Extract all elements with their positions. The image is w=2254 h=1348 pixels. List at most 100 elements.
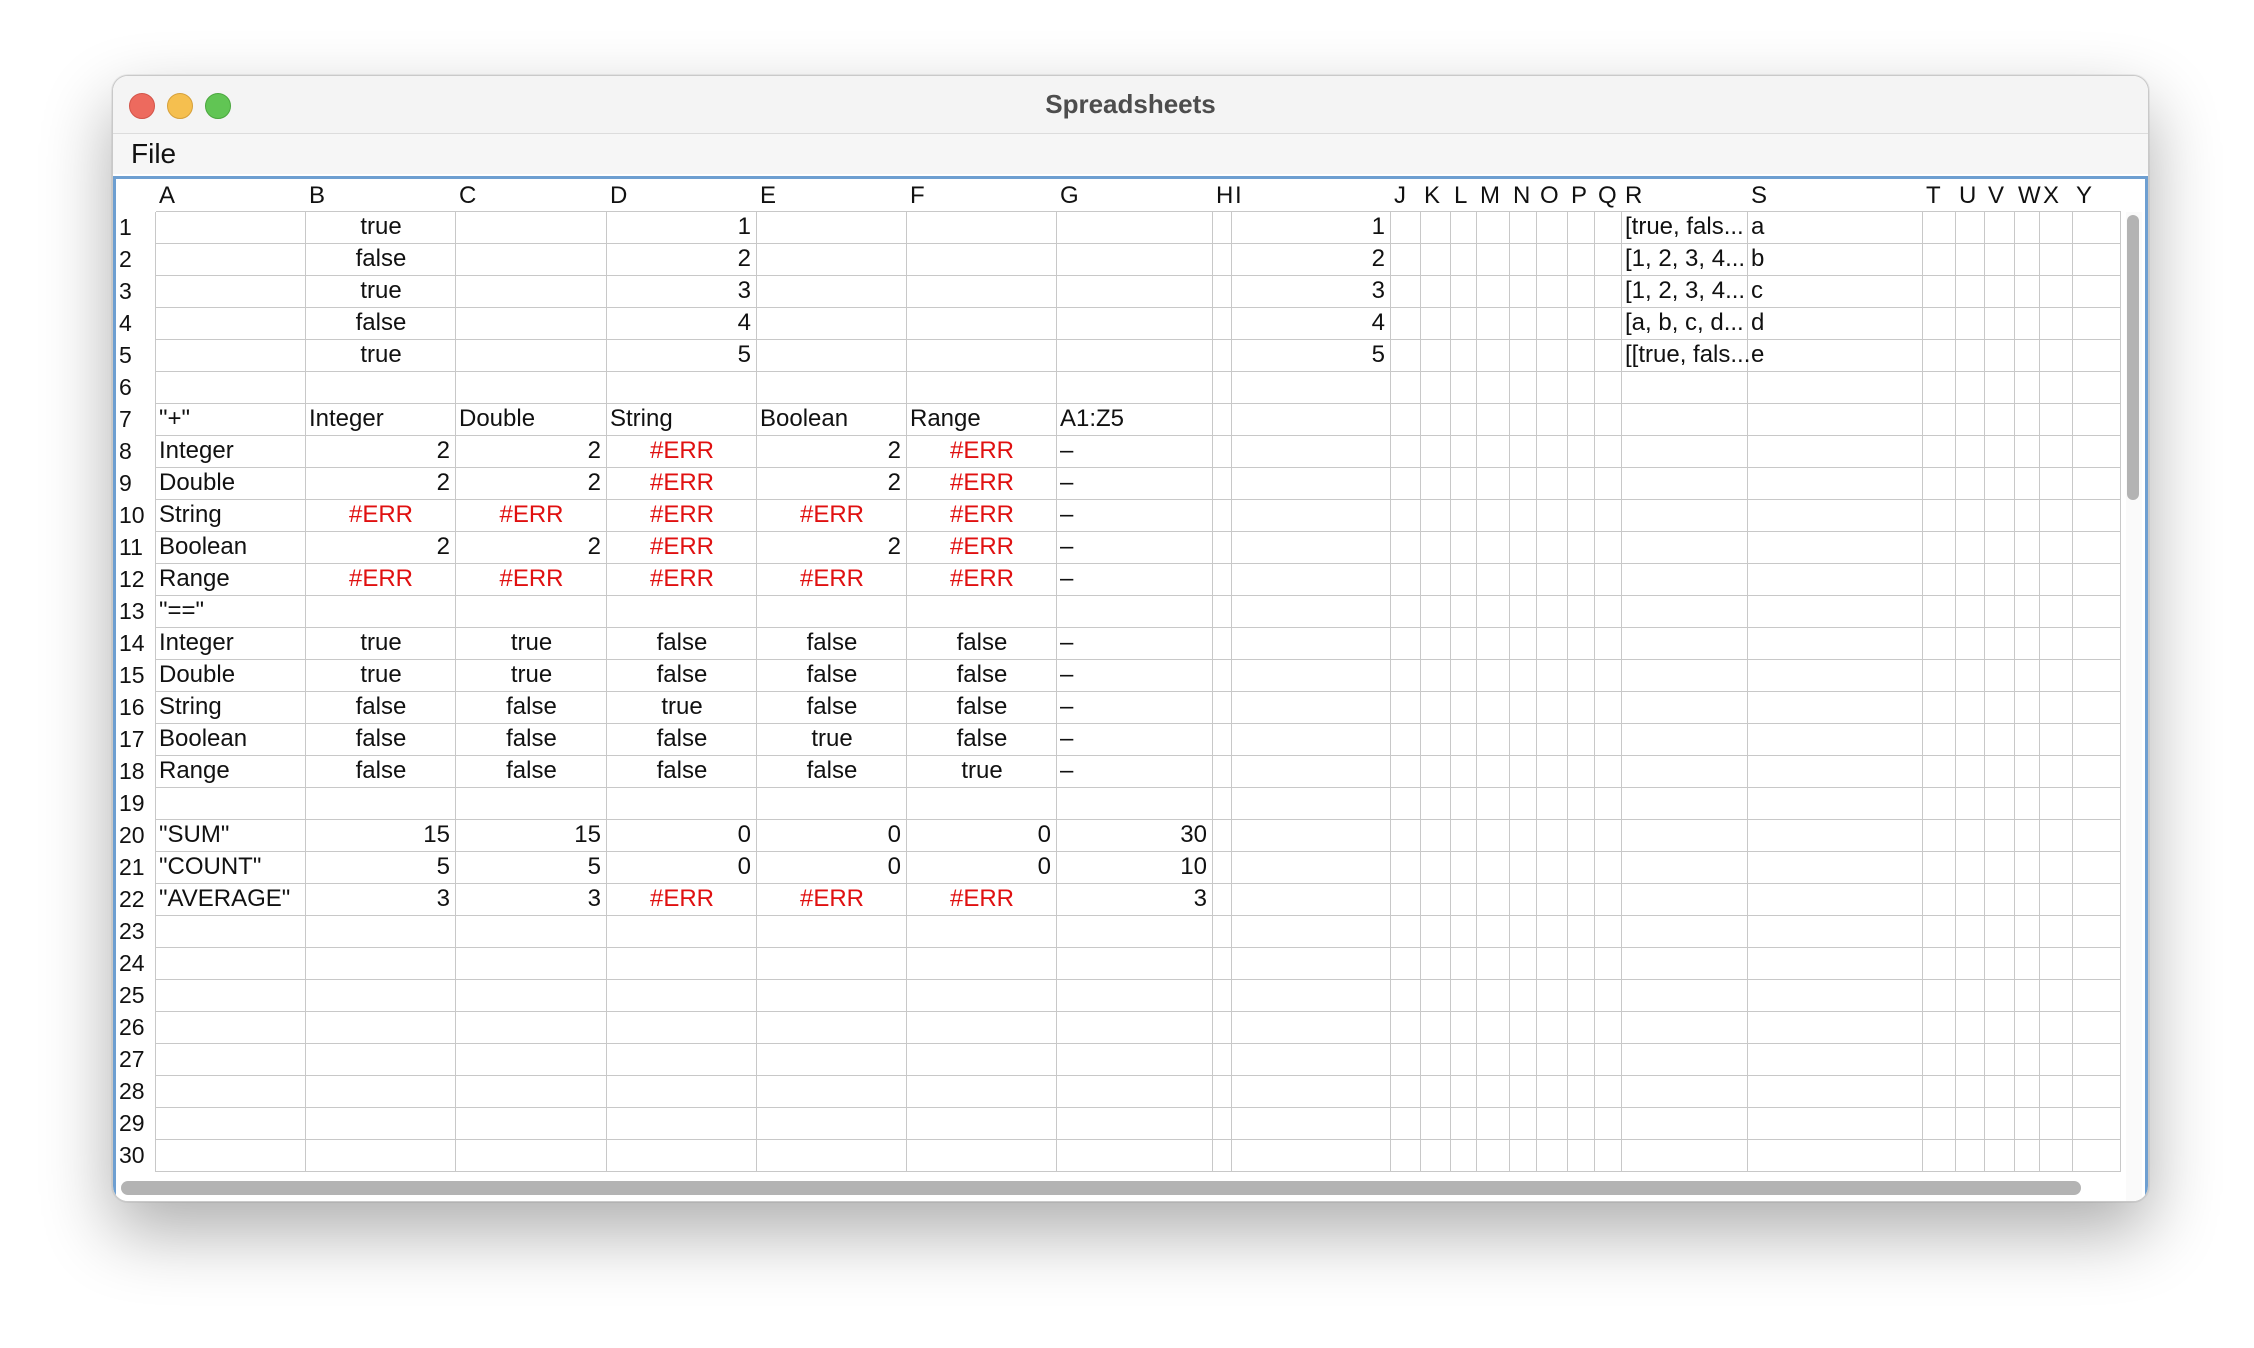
cell-g14[interactable]: – [1060,629,1073,657]
cell-b4[interactable]: false [306,309,456,337]
cell-i2[interactable]: 2 [1232,245,1385,273]
cell-c12[interactable]: #ERR [456,565,607,593]
column-header-g[interactable]: G [1060,182,1079,210]
cell-e10[interactable]: #ERR [757,501,907,529]
cell-f17[interactable]: false [907,725,1057,753]
cell-f14[interactable]: false [907,629,1057,657]
cell-d7[interactable]: String [610,405,673,433]
cell-f21[interactable]: 0 [907,853,1051,881]
cell-c11[interactable]: 2 [456,533,601,561]
cell-d10[interactable]: #ERR [607,501,757,529]
cell-c21[interactable]: 5 [456,853,601,881]
cell-b5[interactable]: true [306,341,456,369]
cell-a13[interactable]: "==" [159,597,204,625]
cell-e12[interactable]: #ERR [757,565,907,593]
cell-g12[interactable]: – [1060,565,1073,593]
cell-c18[interactable]: false [456,757,607,785]
cell-e21[interactable]: 0 [757,853,901,881]
cell-c16[interactable]: false [456,693,607,721]
row-header[interactable]: 29 [119,1110,145,1137]
column-header-s[interactable]: S [1751,182,1767,210]
column-header-c[interactable]: C [459,182,476,210]
cell-c9[interactable]: 2 [456,469,601,497]
row-header[interactable]: 21 [119,854,145,881]
cell-g9[interactable]: – [1060,469,1073,497]
column-header-e[interactable]: E [760,182,776,210]
cell-f11[interactable]: #ERR [907,533,1057,561]
cell-a9[interactable]: Double [159,469,235,497]
cell-a15[interactable]: Double [159,661,235,689]
row-header[interactable]: 9 [119,470,132,497]
cell-b7[interactable]: Integer [309,405,384,433]
cell-a21[interactable]: "COUNT" [159,853,261,881]
column-header-l[interactable]: L [1454,182,1467,210]
row-header[interactable]: 6 [119,374,132,401]
row-header[interactable]: 24 [119,950,145,977]
cell-c17[interactable]: false [456,725,607,753]
cell-d4[interactable]: 4 [607,309,751,337]
row-header[interactable]: 28 [119,1078,145,1105]
row-header[interactable]: 1 [119,214,132,241]
column-header-v[interactable]: V [1988,182,2004,210]
cell-e15[interactable]: false [757,661,907,689]
cell-e22[interactable]: #ERR [757,885,907,913]
column-header-r[interactable]: R [1625,182,1642,210]
cell-i4[interactable]: 4 [1232,309,1385,337]
cell-i3[interactable]: 3 [1232,277,1385,305]
cell-b21[interactable]: 5 [306,853,450,881]
row-header[interactable]: 12 [119,566,145,593]
cell-d18[interactable]: false [607,757,757,785]
column-header-k[interactable]: K [1424,182,1440,210]
column-header-x[interactable]: X [2043,182,2059,210]
row-header[interactable]: 14 [119,630,145,657]
row-header[interactable]: 18 [119,758,145,785]
cell-d21[interactable]: 0 [607,853,751,881]
cell-d12[interactable]: #ERR [607,565,757,593]
cell-e11[interactable]: 2 [757,533,901,561]
cell-g18[interactable]: – [1060,757,1073,785]
horizontal-scrollbar[interactable] [121,1181,2081,1195]
cell-c10[interactable]: #ERR [456,501,607,529]
column-header-p[interactable]: P [1571,182,1587,210]
cell-f9[interactable]: #ERR [907,469,1057,497]
cell-f15[interactable]: false [907,661,1057,689]
cell-g16[interactable]: – [1060,693,1073,721]
cell-f22[interactable]: #ERR [907,885,1057,913]
cell-d15[interactable]: false [607,661,757,689]
cell-d9[interactable]: #ERR [607,469,757,497]
row-header[interactable]: 4 [119,310,132,337]
cell-b10[interactable]: #ERR [306,501,456,529]
column-header-h[interactable]: H [1216,182,1233,210]
cell-c7[interactable]: Double [459,405,535,433]
column-header-m[interactable]: M [1480,182,1500,210]
cell-f20[interactable]: 0 [907,821,1051,849]
cell-a22[interactable]: "AVERAGE" [159,885,290,913]
row-header[interactable]: 15 [119,662,145,689]
row-header[interactable]: 25 [119,982,145,1009]
cell-b22[interactable]: 3 [306,885,450,913]
row-header[interactable]: 22 [119,886,145,913]
cell-d5[interactable]: 5 [607,341,751,369]
vertical-scrollbar[interactable] [2127,215,2139,500]
cell-i5[interactable]: 5 [1232,341,1385,369]
cell-b18[interactable]: false [306,757,456,785]
row-header[interactable]: 20 [119,822,145,849]
cell-a16[interactable]: String [159,693,222,721]
cell-a18[interactable]: Range [159,757,230,785]
row-header[interactable]: 10 [119,502,145,529]
cell-g20[interactable]: 30 [1057,821,1207,849]
row-header[interactable]: 27 [119,1046,145,1073]
cell-i1[interactable]: 1 [1232,213,1385,241]
cell-f7[interactable]: Range [910,405,981,433]
cell-a14[interactable]: Integer [159,629,234,657]
cell-grid[interactable]: A B C D E F G H I J K L M N O P Q R S T U V W X Y 1 2 3 4 5 6 7 8 9 10 11 12… [116,179,2145,1201]
cell-d16[interactable]: true [607,693,757,721]
cell-d20[interactable]: 0 [607,821,751,849]
row-header[interactable]: 7 [119,406,132,433]
column-header-j[interactable]: J [1394,182,1406,210]
spreadsheet-table[interactable]: A B C D E F G H I J K L M N O P Q R S T U V W X Y 1 2 3 4 5 6 7 8 9 10 11 12… [113,176,2148,1201]
row-header[interactable]: 26 [119,1014,145,1041]
cell-d22[interactable]: #ERR [607,885,757,913]
column-header-w[interactable]: W [2018,182,2041,210]
cell-b15[interactable]: true [306,661,456,689]
